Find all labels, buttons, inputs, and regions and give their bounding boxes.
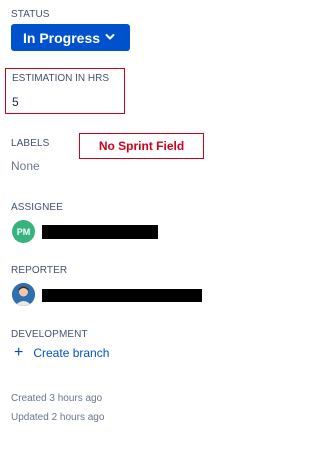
updated-timestamp: Updated 2 hours ago [11,412,105,423]
development-label: DEVELOPMENT [11,329,88,340]
annotation-no-sprint-field: No Sprint Field [79,133,204,159]
assignee-avatar[interactable]: PM [12,220,35,243]
reporter-avatar-photo [12,283,35,306]
assignee-initials: PM [16,226,31,237]
reporter-label: REPORTER [11,265,68,276]
created-timestamp: Created 3 hours ago [11,393,103,404]
status-dropdown-button[interactable]: In Progress [11,24,130,51]
labels-label: LABELS [11,138,50,149]
estimation-label: ESTIMATION IN HRS [12,73,110,84]
assignee-label: ASSIGNEE [11,202,63,213]
annotation-text: No Sprint Field [98,139,185,153]
plus-icon: + [14,344,24,361]
chevron-down-icon [105,34,115,40]
create-branch-text: Create branch [33,346,110,360]
reporter-avatar[interactable] [12,283,35,306]
estimation-value: 5 [12,95,19,109]
status-value: In Progress [23,29,101,46]
labels-value[interactable]: None [11,159,40,173]
reporter-name-redacted[interactable] [42,289,202,302]
create-branch-link[interactable]: + Create branch [14,344,110,361]
assignee-name-redacted[interactable] [42,225,158,239]
status-label: STATUS [11,9,50,20]
estimation-field[interactable]: ESTIMATION IN HRS 5 [5,68,125,114]
